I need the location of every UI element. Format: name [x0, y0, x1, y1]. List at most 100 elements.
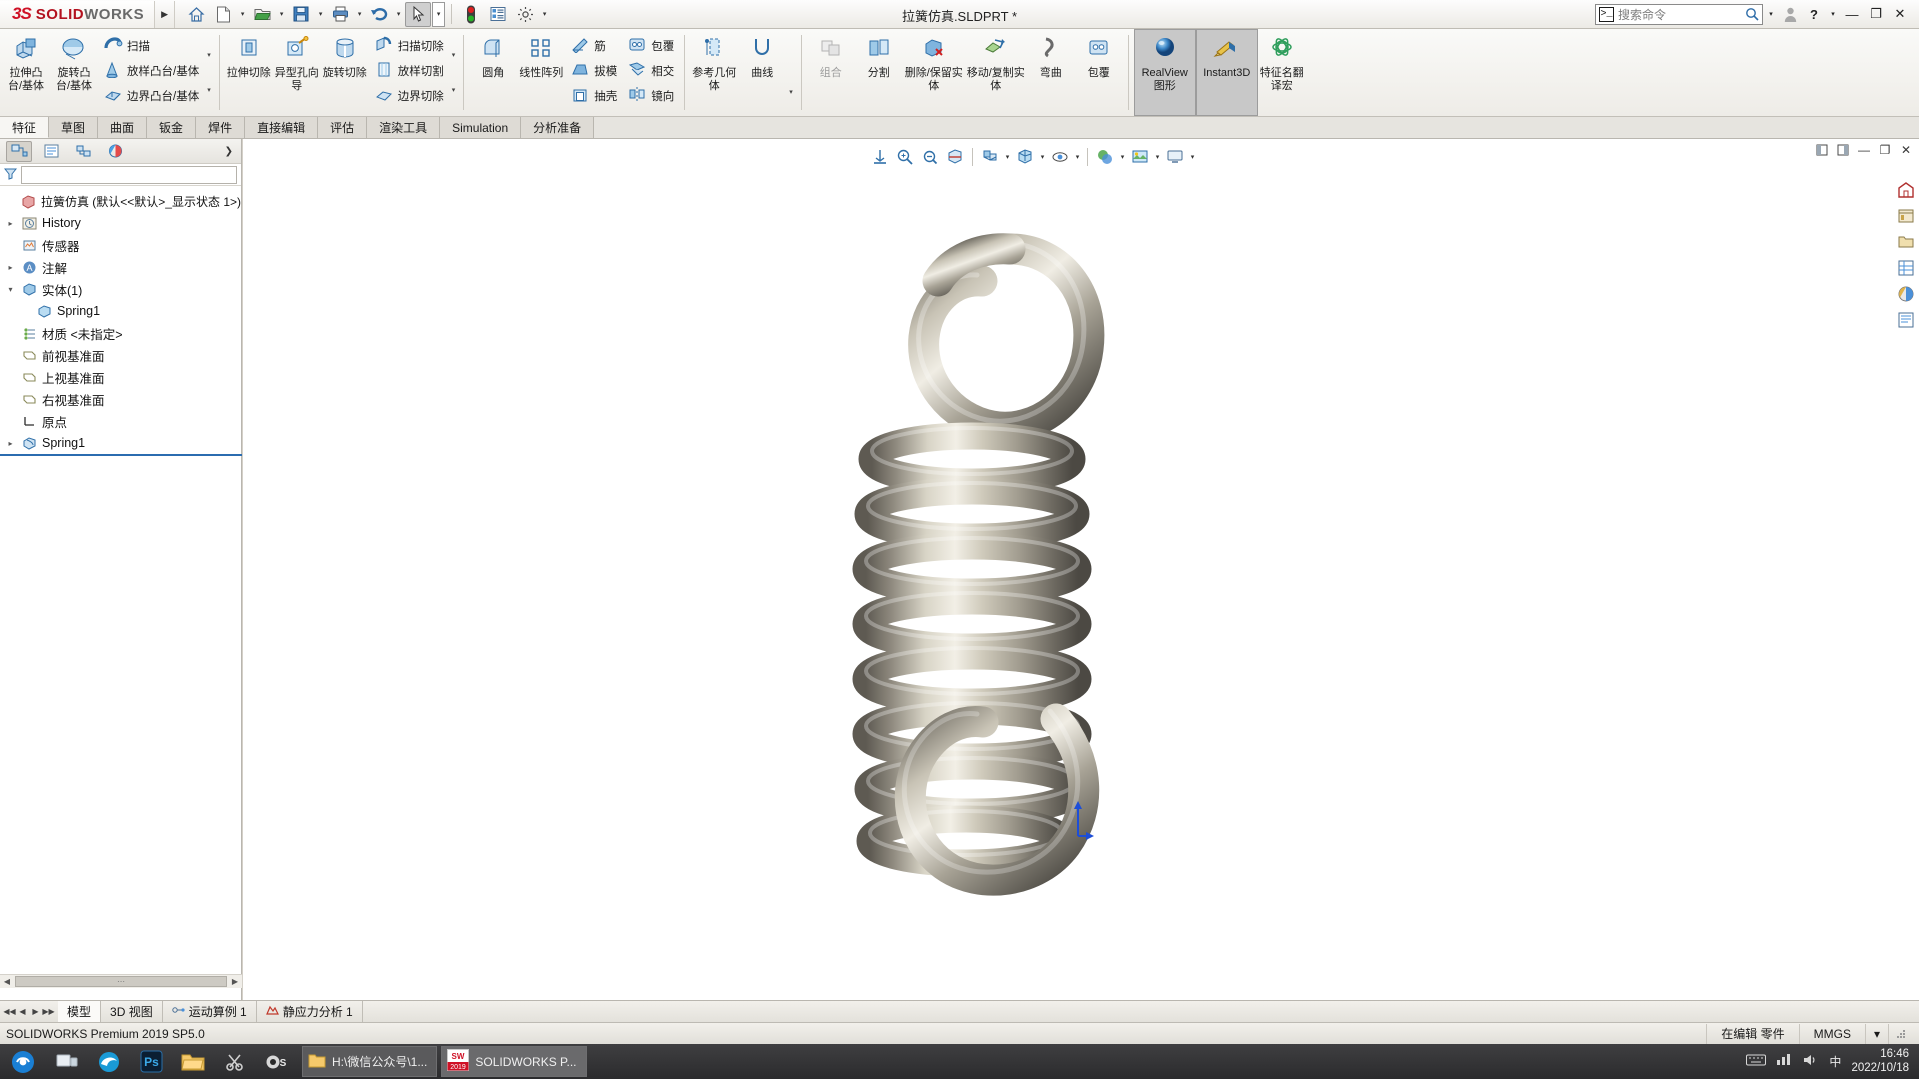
bottom-tab-static-stress[interactable]: 静应力分析 1 — [257, 1001, 363, 1022]
view-settings-dropdown[interactable]: ▾ — [1188, 153, 1197, 161]
save-icon[interactable] — [288, 2, 314, 27]
taskview-icon[interactable] — [46, 1044, 88, 1079]
select-cursor-icon[interactable] — [405, 1, 432, 27]
tab-simulation[interactable]: Simulation — [440, 117, 522, 138]
combine-button[interactable]: 组合 — [807, 29, 855, 116]
network-icon[interactable] — [1776, 1053, 1793, 1070]
tab-first-icon[interactable]: ◀◀ — [3, 1007, 16, 1016]
tree-item-history[interactable]: ▸ History — [0, 212, 241, 234]
move-copy-body-button[interactable]: 移动/复制实体 — [965, 29, 1027, 116]
restore-button[interactable]: ❐ — [1865, 3, 1887, 25]
instant3d-button[interactable]: Instant3D — [1195, 29, 1258, 116]
undo-dropdown[interactable]: ▾ — [393, 2, 404, 27]
wrap-button[interactable]: 包覆 — [622, 33, 679, 58]
save-dropdown[interactable]: ▾ — [315, 2, 326, 27]
twisty-history[interactable]: ▸ — [4, 219, 17, 228]
help-button[interactable]: ? — [1803, 3, 1825, 25]
tab-direct-editing[interactable]: 直接编辑 — [245, 117, 319, 138]
help-dropdown[interactable]: ▾ — [1827, 3, 1839, 25]
solidworks-resources-icon[interactable] — [1896, 180, 1916, 200]
tree-item-front-plane[interactable]: 前视基准面 — [0, 344, 241, 366]
home-icon[interactable] — [183, 2, 209, 27]
curves-button[interactable]: 曲线 — [738, 29, 786, 116]
mirror-button[interactable]: 镜向 — [622, 83, 679, 108]
volume-icon[interactable] — [1803, 1053, 1819, 1070]
bottom-tab-3dviews[interactable]: 3D 视图 — [101, 1001, 163, 1022]
loft-boss-button[interactable]: 放样凸台/基体 — [98, 58, 204, 83]
hscroll-right-arrow[interactable]: ▶ — [228, 977, 242, 986]
select-dropdown[interactable]: ▾ — [432, 1, 446, 27]
extrude-cut-button[interactable]: 拉伸切除 — [225, 29, 273, 116]
reference-geometry-dropdown[interactable]: ▾ — [786, 50, 796, 96]
search-commands-box[interactable]: >_ 搜索命令 — [1595, 3, 1763, 25]
explorer-icon[interactable] — [172, 1044, 214, 1079]
properties-icon[interactable] — [485, 2, 511, 27]
split-button[interactable]: 分割 — [855, 29, 903, 116]
undo-icon[interactable] — [366, 2, 392, 27]
twisty-solid-bodies[interactable]: ▾ — [4, 285, 17, 294]
doc-restore-left-icon[interactable] — [1815, 143, 1829, 157]
tree-item-part-root[interactable]: 拉簧仿真 (默认<<默认>_显示状态 1>) — [0, 190, 241, 212]
view-settings-icon[interactable] — [1163, 145, 1187, 169]
loft-cut-button[interactable]: 放样切割 — [369, 58, 449, 83]
apply-scene-dropdown[interactable]: ▾ — [1153, 153, 1162, 161]
sweep-button[interactable]: 扫描 — [98, 33, 204, 58]
rib-button[interactable]: 筋 — [565, 33, 622, 58]
feature-tree-hscrollbar[interactable]: ◀ ⋯ ▶ — [0, 974, 242, 988]
minimize-button[interactable]: — — [1841, 3, 1863, 25]
wrap2-button[interactable]: 包覆 — [1075, 29, 1123, 116]
panel-expand-icon[interactable]: ❯ — [225, 146, 241, 157]
boundary-cut-button[interactable]: 边界切除 — [369, 83, 449, 108]
tab-render-tools[interactable]: 渲染工具 — [367, 117, 441, 138]
design-library-icon[interactable] — [1896, 206, 1916, 226]
search-dropdown[interactable]: ▾ — [1765, 3, 1777, 25]
tab-features[interactable]: 特征 — [0, 117, 50, 138]
bottom-tab-motion-study[interactable]: 运动算例 1 — [163, 1001, 257, 1022]
loft-boss-dropdown[interactable]: ▾ — [204, 51, 214, 59]
account-icon[interactable] — [1779, 3, 1801, 25]
edge-browser-icon[interactable] — [88, 1044, 130, 1079]
draft-button[interactable]: 拔模 — [565, 58, 622, 83]
open-dropdown[interactable]: ▾ — [276, 2, 287, 27]
tab-analysis-prep[interactable]: 分析准备 — [521, 117, 595, 138]
menu-expand-arrow-icon[interactable]: ▶ — [155, 0, 176, 28]
solidworks-logo[interactable]: 3S SOLIDWORKS — [0, 0, 156, 28]
twisty-spring1[interactable]: ▸ — [4, 439, 17, 448]
tab-last-icon[interactable]: ▶▶ — [42, 1007, 55, 1016]
tree-item-top-plane[interactable]: 上视基准面 — [0, 366, 241, 388]
fillet-button[interactable]: 圆角 — [469, 29, 517, 116]
revolve-boss-button[interactable]: 旋转凸台/基体 — [50, 29, 98, 116]
realview-graphics-button[interactable]: RealView 图形 — [1133, 29, 1196, 116]
snipping-tool-icon[interactable] — [214, 1044, 256, 1079]
hole-wizard-button[interactable]: 异型孔向导 — [273, 29, 321, 116]
hscroll-left-arrow[interactable]: ◀ — [0, 977, 14, 986]
reference-geometry-button[interactable]: 参考几何体 — [690, 29, 738, 116]
feature-filter-input[interactable] — [21, 165, 237, 184]
tab-sheetmetal[interactable]: 钣金 — [147, 117, 197, 138]
status-units-dropdown[interactable]: ▾ — [1864, 1023, 1888, 1044]
tab-surfaces[interactable]: 曲面 — [98, 117, 148, 138]
open-folder-icon[interactable] — [249, 2, 275, 27]
boundary-cut-dropdown[interactable]: ▾ — [449, 86, 459, 94]
file-explorer-icon[interactable] — [1896, 232, 1916, 252]
tree-item-solid-bodies[interactable]: ▾ 实体(1) — [0, 278, 241, 300]
start-button[interactable] — [0, 1044, 46, 1079]
taskbar-clock[interactable]: 16:46 2022/10/18 — [1851, 1048, 1909, 1074]
sweep-cut-button[interactable]: 扫描切除 — [369, 33, 449, 58]
tab-weldments[interactable]: 焊件 — [196, 117, 246, 138]
spring-model-render[interactable] — [820, 129, 1150, 959]
tab-next-icon[interactable]: ▶ — [29, 1007, 42, 1016]
doc-maximize-button[interactable]: ❐ — [1878, 143, 1892, 157]
graphics-viewport[interactable]: ▾ ▾ ▾ ▾ ▾ ▾ — ❐ ✕ — [243, 139, 1919, 1079]
intersect-button[interactable]: 相交 — [622, 58, 679, 83]
traffic-light-icon[interactable] — [458, 2, 484, 27]
tab-prev-icon[interactable]: ◀ — [16, 1007, 29, 1016]
feature-translate-macro-button[interactable]: 特征名翻译宏 — [1258, 29, 1306, 116]
tab-evaluate[interactable]: 评估 — [318, 117, 368, 138]
flex-button[interactable]: 弯曲 — [1027, 29, 1075, 116]
boundary-boss-dropdown[interactable]: ▾ — [204, 86, 214, 94]
tree-item-material[interactable]: 材质 <未指定> — [0, 322, 241, 344]
print-dropdown[interactable]: ▾ — [354, 2, 365, 27]
new-document-dropdown[interactable]: ▾ — [237, 2, 248, 27]
display-manager-tab[interactable] — [102, 141, 128, 162]
